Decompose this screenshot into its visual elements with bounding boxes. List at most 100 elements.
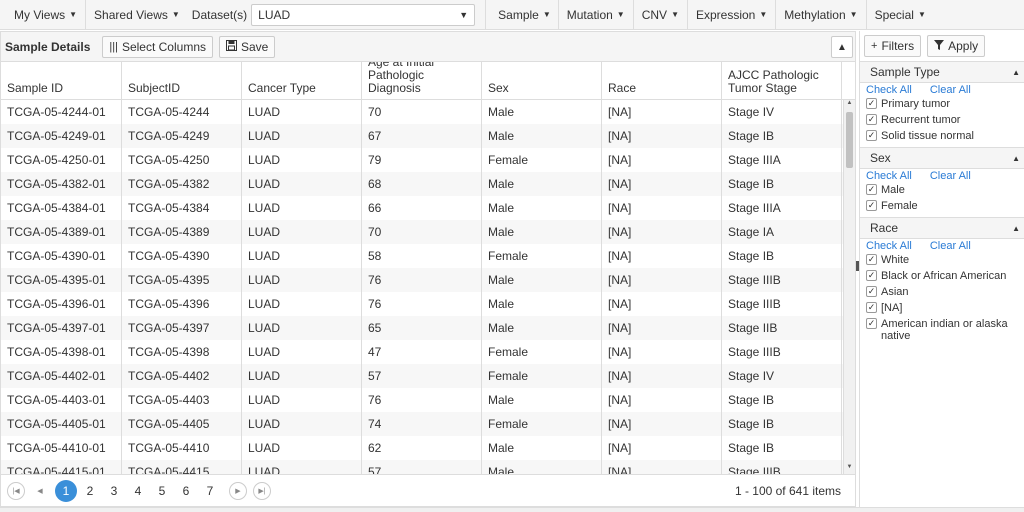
- chevron-down-icon: ▼: [671, 10, 679, 19]
- filter-section-header[interactable]: Sex ▲: [860, 147, 1024, 169]
- filters-button[interactable]: + Filters: [864, 35, 922, 57]
- filter-option[interactable]: ✓ Recurrent tumor: [860, 112, 1024, 128]
- floppy-icon: [226, 39, 237, 54]
- subject-id-cell: TCGA-05-4390: [122, 244, 242, 268]
- table-row[interactable]: TCGA-05-4382-01 TCGA-05-4382 LUAD 68 Male [NA…: [1, 172, 855, 196]
- check-all-link[interactable]: Check All: [866, 170, 912, 182]
- page-number-6[interactable]: 6: [175, 480, 197, 502]
- checkbox-checked-icon[interactable]: ✓: [866, 302, 877, 313]
- check-all-link[interactable]: Check All: [866, 84, 912, 96]
- table-row[interactable]: TCGA-05-4250-01 TCGA-05-4250 LUAD 79 Female[…: [1, 148, 855, 172]
- filter-option[interactable]: ✓ Asian: [860, 284, 1024, 300]
- apply-button[interactable]: Apply: [927, 35, 986, 57]
- table-row[interactable]: TCGA-05-4402-01 TCGA-05-4402 LUAD 57 Female[…: [1, 364, 855, 388]
- checkbox-checked-icon[interactable]: ✓: [866, 114, 877, 125]
- filter-option[interactable]: ✓ Black or African American: [860, 268, 1024, 284]
- tumor-stage-cell: Stage IB: [722, 388, 842, 412]
- filter-section-header[interactable]: Sample Type ▲: [860, 61, 1024, 83]
- checkbox-checked-icon[interactable]: ✓: [866, 130, 877, 141]
- first-page-icon[interactable]: |◀: [7, 481, 25, 500]
- subject-id-cell: TCGA-05-4250: [122, 148, 242, 172]
- page-number-2[interactable]: 2: [79, 480, 101, 502]
- collapse-triangle-icon[interactable]: ▲: [1012, 224, 1020, 233]
- checkbox-checked-icon[interactable]: ✓: [866, 254, 877, 265]
- check-all-link[interactable]: Check All: [866, 240, 912, 252]
- checkbox-checked-icon[interactable]: ✓: [866, 318, 877, 329]
- clear-all-link[interactable]: Clear All: [930, 240, 971, 252]
- filter-option[interactable]: ✓ American indian or alaska native: [860, 316, 1024, 342]
- table-row[interactable]: TCGA-05-4403-01 TCGA-05-4403 LUAD 76 Male [NA…: [1, 388, 855, 412]
- select-columns-button[interactable]: ||| Select Columns: [102, 35, 213, 58]
- top-toolbar: My Views ▼ Shared Views ▼ Dataset(s) LUA…: [0, 0, 1024, 30]
- page-number-1[interactable]: 1: [55, 479, 77, 502]
- page-number-7[interactable]: 7: [199, 480, 221, 502]
- table-row[interactable]: TCGA-05-4410-01 TCGA-05-4410 LUAD 62 Male [NA…: [1, 436, 855, 460]
- column-header-tumor-stage[interactable]: AJCC Pathologic Tumor Stage: [722, 62, 842, 99]
- filter-option-label: Female: [881, 200, 918, 212]
- table-row[interactable]: TCGA-05-4415-01 TCGA-05-4415 LUAD 57 Male [NA…: [1, 460, 855, 474]
- column-header-sex[interactable]: Sex: [482, 62, 602, 99]
- filter-option[interactable]: ✓ White: [860, 252, 1024, 268]
- table-row[interactable]: TCGA-05-4390-01 TCGA-05-4390 LUAD 58 Female[…: [1, 244, 855, 268]
- cnv-menu[interactable]: CNV ▼: [634, 0, 688, 30]
- vertical-scrollbar[interactable]: ▲ ▼: [843, 100, 855, 474]
- collapse-button[interactable]: ▲: [831, 36, 853, 58]
- sample-menu[interactable]: Sample ▼: [485, 0, 559, 30]
- checkbox-checked-icon[interactable]: ✓: [866, 286, 877, 297]
- sample-id-cell: TCGA-05-4244-01: [1, 100, 122, 124]
- scroll-up-icon[interactable]: ▲: [844, 100, 855, 110]
- filter-option[interactable]: ✓ Male: [860, 182, 1024, 198]
- checkbox-checked-icon[interactable]: ✓: [866, 98, 877, 109]
- page-number-3[interactable]: 3: [103, 480, 125, 502]
- collapse-triangle-icon[interactable]: ▲: [1012, 154, 1020, 163]
- filter-section-header[interactable]: Race ▲: [860, 217, 1024, 239]
- table-row[interactable]: TCGA-05-4396-01 TCGA-05-4396 LUAD 76 Male [NA…: [1, 292, 855, 316]
- expression-menu[interactable]: Expression ▼: [688, 0, 777, 30]
- column-header-sample-id[interactable]: Sample ID: [1, 62, 122, 99]
- special-menu[interactable]: Special ▼: [867, 0, 934, 30]
- save-button[interactable]: Save: [219, 35, 276, 58]
- table-row[interactable]: TCGA-05-4249-01 TCGA-05-4249 LUAD 67 Male [NA…: [1, 124, 855, 148]
- filter-option[interactable]: ✓ [NA]: [860, 300, 1024, 316]
- filter-option[interactable]: ✓ Solid tissue normal: [860, 128, 1024, 144]
- table-row[interactable]: TCGA-05-4398-01 TCGA-05-4398 LUAD 47 Female[…: [1, 340, 855, 364]
- table-row[interactable]: TCGA-05-4405-01 TCGA-05-4405 LUAD 74 Female[…: [1, 412, 855, 436]
- column-header-race[interactable]: Race: [602, 62, 722, 99]
- column-header-age[interactable]: Age at Initial Pathologic Diagnosis: [362, 62, 482, 99]
- prev-page-icon[interactable]: ◀: [31, 482, 49, 500]
- scroll-down-icon[interactable]: ▼: [844, 464, 855, 474]
- column-header-subject-id[interactable]: SubjectID: [122, 62, 242, 99]
- last-page-icon[interactable]: ▶|: [253, 481, 271, 500]
- clear-all-link[interactable]: Clear All: [930, 170, 971, 182]
- special-menu-label: Special: [874, 7, 914, 22]
- table-row[interactable]: TCGA-05-4384-01 TCGA-05-4384 LUAD 66 Male [NA…: [1, 196, 855, 220]
- scrollbar-thumb[interactable]: [846, 112, 853, 168]
- checkbox-checked-icon[interactable]: ✓: [866, 270, 877, 281]
- cancer-type-cell: LUAD: [242, 124, 362, 148]
- sample-id-cell: TCGA-05-4249-01: [1, 124, 122, 148]
- filter-option-label: Male: [881, 184, 905, 196]
- table-row[interactable]: TCGA-05-4389-01 TCGA-05-4389 LUAD 70 Male [NA…: [1, 220, 855, 244]
- methylation-menu[interactable]: Methylation ▼: [776, 0, 867, 30]
- checkbox-checked-icon[interactable]: ✓: [866, 200, 877, 211]
- age-cell: 68: [362, 172, 482, 196]
- page-number-4[interactable]: 4: [127, 480, 149, 502]
- filter-section-title: Sample Type: [870, 65, 940, 79]
- clear-all-link[interactable]: Clear All: [930, 84, 971, 96]
- dataset-select[interactable]: LUAD ▼: [251, 3, 476, 26]
- filter-option[interactable]: ✓ Primary tumor: [860, 96, 1024, 112]
- table-row[interactable]: TCGA-05-4397-01 TCGA-05-4397 LUAD 65 Male [NA…: [1, 316, 855, 340]
- my-views-menu[interactable]: My Views ▼: [0, 0, 87, 30]
- checkbox-checked-icon[interactable]: ✓: [866, 184, 877, 195]
- cancer-type-cell: LUAD: [242, 196, 362, 220]
- table-row[interactable]: TCGA-05-4244-01 TCGA-05-4244 LUAD 70 Male [NA…: [1, 100, 855, 124]
- column-header-cancer-type[interactable]: Cancer Type: [242, 62, 362, 99]
- collapse-triangle-icon[interactable]: ▲: [1012, 68, 1020, 77]
- next-page-icon[interactable]: ▶: [229, 481, 247, 500]
- age-cell: 76: [362, 292, 482, 316]
- mutation-menu[interactable]: Mutation ▼: [559, 0, 634, 30]
- table-row[interactable]: TCGA-05-4395-01 TCGA-05-4395 LUAD 76 Male [NA…: [1, 268, 855, 292]
- filter-option[interactable]: ✓ Female: [860, 198, 1024, 214]
- shared-views-menu[interactable]: Shared Views ▼: [86, 0, 188, 30]
- page-number-5[interactable]: 5: [151, 480, 173, 502]
